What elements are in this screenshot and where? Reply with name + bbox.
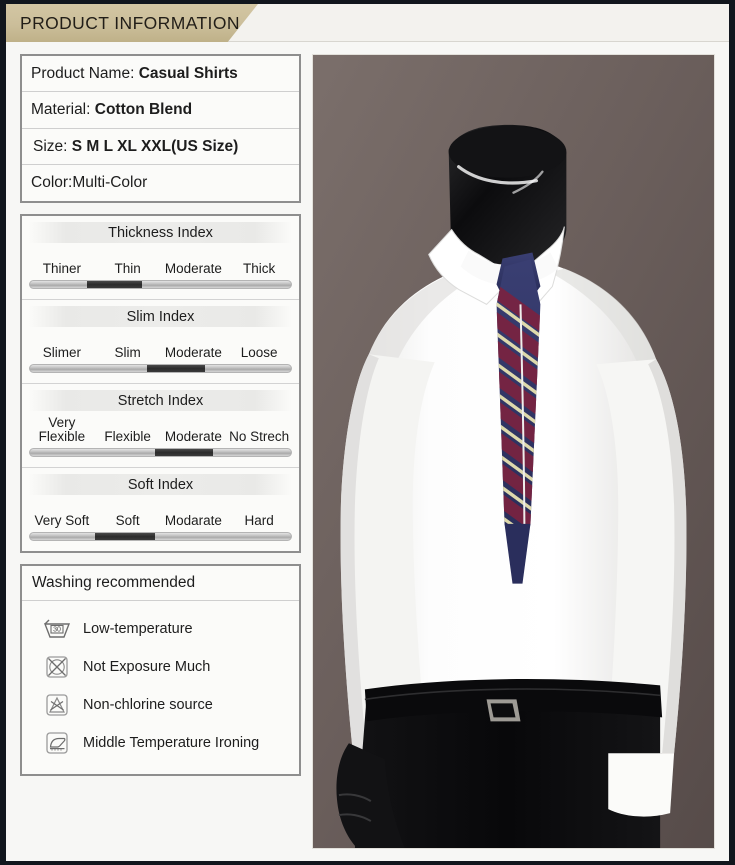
index-panel: Thickness Index Thiner Thin Moderate Thi… (20, 213, 301, 553)
wash-item-non-chlorine: Non-chlorine source (28, 686, 293, 724)
product-information-page: PRODUCT INFORMATION Product Name: Casual… (6, 4, 729, 861)
product-photo[interactable] (312, 54, 715, 849)
index-block-stretch: Stretch Index Very Flexible Flexible Mod… (22, 384, 299, 468)
wash-item-label: Not Exposure Much (83, 658, 211, 675)
index-slider-fill (147, 364, 205, 372)
index-slider-track[interactable] (29, 279, 292, 289)
spec-row-product-name: Product Name: Casual Shirts (22, 56, 299, 93)
spec-label: Color:Multi-Color (31, 174, 148, 192)
wash-item-label: Middle Temperature Ironing (83, 734, 260, 751)
index-label: Loose (240, 345, 278, 361)
washing-list: 30 Low-temperature Not Exposure Much Non… (22, 601, 299, 774)
non-chlorine-bleach-icon (42, 692, 72, 718)
index-label: Very Flexible (38, 415, 86, 445)
wash-item-not-exposure: Not Exposure Much (28, 648, 293, 686)
header-band: PRODUCT INFORMATION (6, 4, 729, 42)
spec-label: Size: (33, 137, 68, 155)
index-block-thickness: Thickness Index Thiner Thin Moderate Thi… (22, 216, 299, 300)
index-label: Thin (114, 261, 141, 277)
wash-item-label: Non-chlorine source (83, 696, 213, 713)
index-scale-labels: Very Soft Soft Modarate Hard (29, 499, 292, 529)
index-label: No Strech (229, 429, 290, 445)
index-title: Stretch Index (29, 389, 292, 411)
wash-tub-30-icon: 30 (42, 616, 72, 642)
index-title: Thickness Index (29, 221, 292, 243)
index-label: Moderate (164, 429, 222, 445)
spec-label: Product Name: (31, 65, 135, 82)
index-scale-labels: Thiner Thin Moderate Thick (29, 247, 292, 277)
index-scale-labels: Very Flexible Flexible Moderate No Strec… (29, 415, 292, 445)
wash-item-label: Low-temperature (83, 620, 193, 637)
index-block-soft: Soft Index Very Soft Soft Modarate Hard (22, 468, 299, 551)
index-slider-fill (87, 280, 143, 288)
wash-item-low-temperature: 30 Low-temperature (28, 610, 293, 648)
index-title: Soft Index (29, 473, 292, 495)
spec-value: Casual Shirts (138, 65, 238, 82)
spec-row-color: Color:Multi-Color (22, 165, 299, 200)
product-information-tab[interactable]: PRODUCT INFORMATION (6, 4, 258, 42)
spec-table: Product Name: Casual Shirts Material: Co… (20, 54, 301, 203)
washing-heading: Washing recommended (22, 566, 299, 601)
washing-panel: Washing recommended 30 Low-temperature N… (20, 563, 301, 776)
index-label: Thiner (42, 261, 81, 277)
index-label: Moderate (164, 261, 222, 277)
index-slider-track[interactable] (29, 447, 292, 457)
index-label: Moderate (164, 345, 222, 361)
left-column: Product Name: Casual Shirts Material: Co… (20, 54, 301, 849)
index-block-slim: Slim Index Slimer Slim Moderate Loose (22, 300, 299, 384)
no-tumble-dry-icon (42, 654, 72, 680)
index-scale-labels: Slimer Slim Moderate Loose (29, 331, 292, 361)
index-label: Very Soft (34, 513, 90, 529)
index-slider-track[interactable] (29, 531, 292, 541)
index-label: Slim (114, 345, 141, 361)
spec-value: S M L XL XXL(US Size) (71, 137, 239, 155)
index-label: Soft (115, 513, 140, 529)
index-label: Modarate (164, 513, 222, 529)
spec-row-size: Size: S M L XL XXL(US Size) (22, 129, 299, 166)
index-label: Thick (242, 261, 276, 277)
page-body: Product Name: Casual Shirts Material: Co… (6, 42, 729, 861)
index-label: Flexible (104, 429, 151, 445)
product-photo-illustration (313, 55, 714, 848)
page-title: PRODUCT INFORMATION (20, 12, 240, 33)
spec-row-material: Material: Cotton Blend (22, 92, 299, 129)
iron-medium-icon (42, 730, 72, 756)
svg-text:30: 30 (53, 626, 61, 633)
index-label: Hard (244, 513, 274, 529)
wash-item-ironing: Middle Temperature Ironing (28, 724, 293, 762)
index-slider-fill (155, 448, 213, 456)
right-column (312, 54, 715, 849)
index-title: Slim Index (29, 305, 292, 327)
index-label: Slimer (42, 345, 81, 361)
spec-value: Cotton Blend (94, 101, 193, 119)
index-slider-track[interactable] (29, 363, 292, 373)
index-slider-fill (95, 532, 156, 540)
spec-label: Material: (31, 101, 91, 119)
